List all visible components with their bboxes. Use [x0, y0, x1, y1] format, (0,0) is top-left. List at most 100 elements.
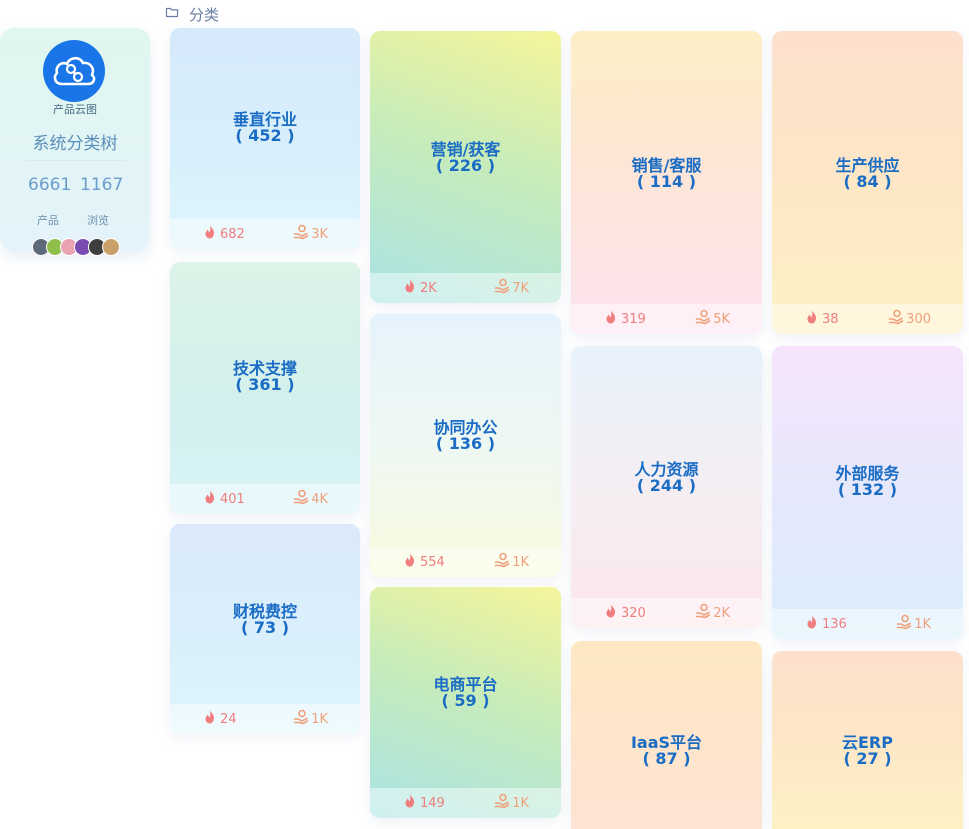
card-footer: 401 4K	[170, 484, 360, 514]
breadcrumb: 分类	[165, 4, 219, 24]
hot-stat: 136	[804, 614, 847, 634]
card-footer: 554 1K	[370, 547, 561, 577]
category-count: ( 27 )	[843, 749, 892, 768]
card-footer: 38 300	[772, 304, 963, 334]
category-count: ( 87 )	[642, 749, 691, 768]
hand-heart-icon	[494, 552, 510, 572]
fire-icon	[402, 793, 418, 813]
category-count: ( 136 )	[435, 434, 496, 453]
visits-value: 5K	[713, 311, 730, 327]
hand-heart-icon	[293, 224, 309, 244]
fire-icon	[402, 552, 418, 572]
hot-stat: 149	[402, 793, 445, 813]
visits-stat: 7K	[494, 278, 529, 298]
card-footer: 136 1K	[772, 609, 963, 639]
fire-icon	[202, 224, 218, 244]
category-count: ( 226 )	[435, 156, 496, 175]
hand-heart-icon	[695, 603, 711, 623]
visits-value: 1K	[311, 711, 328, 727]
divider	[25, 160, 125, 161]
fire-icon	[402, 278, 418, 298]
avatar-group	[32, 238, 120, 256]
category-card-external-services[interactable]: 外部服务 ( 132 ) 136 1K	[772, 346, 963, 639]
hot-stat: 554	[402, 552, 445, 572]
cloud-logo-icon	[43, 40, 105, 102]
category-count: ( 59 )	[441, 691, 490, 710]
category-count: ( 132 )	[837, 480, 898, 499]
visits-value: 3K	[311, 226, 328, 242]
hot-stat: 2K	[402, 278, 437, 298]
hand-heart-icon	[888, 309, 904, 329]
category-card-iaas[interactable]: IaaS平台 ( 87 )	[571, 641, 762, 829]
hot-value: 136	[822, 616, 847, 632]
views-label: 浏览	[87, 214, 109, 227]
card-footer: 682 3K	[170, 219, 360, 249]
category-card-sales-service[interactable]: 销售/客服 ( 114 ) 319 5K	[571, 31, 762, 334]
hot-value: 554	[420, 554, 445, 570]
profile-card: 产品云图 系统分类树 6661 1167 产品 浏览	[0, 28, 150, 256]
category-card-collaboration[interactable]: 协同办公 ( 136 ) 554 1K	[370, 314, 561, 577]
category-card-ecommerce[interactable]: 电商平台 ( 59 ) 149 1K	[370, 587, 561, 818]
hot-stat: 24	[202, 709, 237, 729]
hot-value: 401	[220, 491, 245, 507]
hot-value: 149	[420, 795, 445, 811]
hot-value: 319	[621, 311, 646, 327]
category-card-finance-tax[interactable]: 财税费控 ( 73 ) 24 1K	[170, 524, 360, 734]
hot-stat: 38	[804, 309, 839, 329]
category-card-tech-support[interactable]: 技术支撑 ( 361 ) 401 4K	[170, 262, 360, 514]
fire-icon	[202, 709, 218, 729]
visits-stat: 1K	[494, 793, 529, 813]
hot-value: 2K	[420, 280, 437, 296]
category-count: ( 361 )	[235, 375, 295, 394]
hand-heart-icon	[293, 709, 309, 729]
category-card-marketing[interactable]: 营销/获客 ( 226 ) 2K 7K	[370, 31, 561, 303]
visits-value: 1K	[512, 795, 529, 811]
visits-stat: 5K	[695, 309, 730, 329]
visits-stat: 1K	[494, 552, 529, 572]
visits-value: 300	[906, 311, 931, 327]
fire-icon	[804, 309, 820, 329]
hot-value: 320	[621, 605, 646, 621]
hot-value: 24	[220, 711, 237, 727]
fire-icon	[603, 603, 619, 623]
card-footer: 319 5K	[571, 304, 762, 334]
hot-stat: 401	[202, 489, 245, 509]
visits-stat: 300	[888, 309, 931, 329]
visits-value: 1K	[914, 616, 931, 632]
category-count: ( 244 )	[636, 476, 697, 495]
category-card-production-supply[interactable]: 生产供应 ( 84 ) 38 300	[772, 31, 963, 334]
visits-stat: 1K	[293, 709, 328, 729]
fire-icon	[202, 489, 218, 509]
avatar[interactable]	[102, 238, 120, 256]
category-card-hr[interactable]: 人力资源 ( 244 ) 320 2K	[571, 346, 762, 628]
category-count: ( 73 )	[240, 618, 290, 637]
hot-value: 38	[822, 311, 839, 327]
logo-label: 产品云图	[53, 103, 97, 116]
visits-stat: 2K	[695, 603, 730, 623]
hand-heart-icon	[896, 614, 912, 634]
fire-icon	[603, 309, 619, 329]
card-footer: 2K 7K	[370, 273, 561, 303]
views-count: 1167	[80, 175, 124, 195]
profile-title: 系统分类树	[32, 134, 118, 154]
category-card-cloud-erp[interactable]: 云ERP ( 27 )	[772, 651, 963, 829]
card-footer: 149 1K	[370, 788, 561, 818]
visits-stat: 1K	[896, 614, 931, 634]
breadcrumb-label[interactable]: 分类	[189, 4, 219, 25]
hot-stat: 682	[202, 224, 245, 244]
hand-heart-icon	[494, 793, 510, 813]
folder-icon	[165, 5, 179, 23]
products-label: 产品	[37, 214, 59, 227]
category-card-vertical-industry[interactable]: 垂直行业 ( 452 ) 682 3K	[170, 28, 360, 249]
category-count: ( 84 )	[843, 172, 892, 191]
card-footer: 24 1K	[170, 704, 360, 734]
hand-heart-icon	[695, 309, 711, 329]
visits-value: 1K	[512, 554, 529, 570]
visits-stat: 3K	[293, 224, 328, 244]
visits-value: 4K	[311, 491, 328, 507]
category-count: ( 114 )	[636, 172, 697, 191]
category-count: ( 452 )	[235, 126, 295, 145]
hot-stat: 320	[603, 603, 646, 623]
visits-stat: 4K	[293, 489, 328, 509]
hand-heart-icon	[293, 489, 309, 509]
